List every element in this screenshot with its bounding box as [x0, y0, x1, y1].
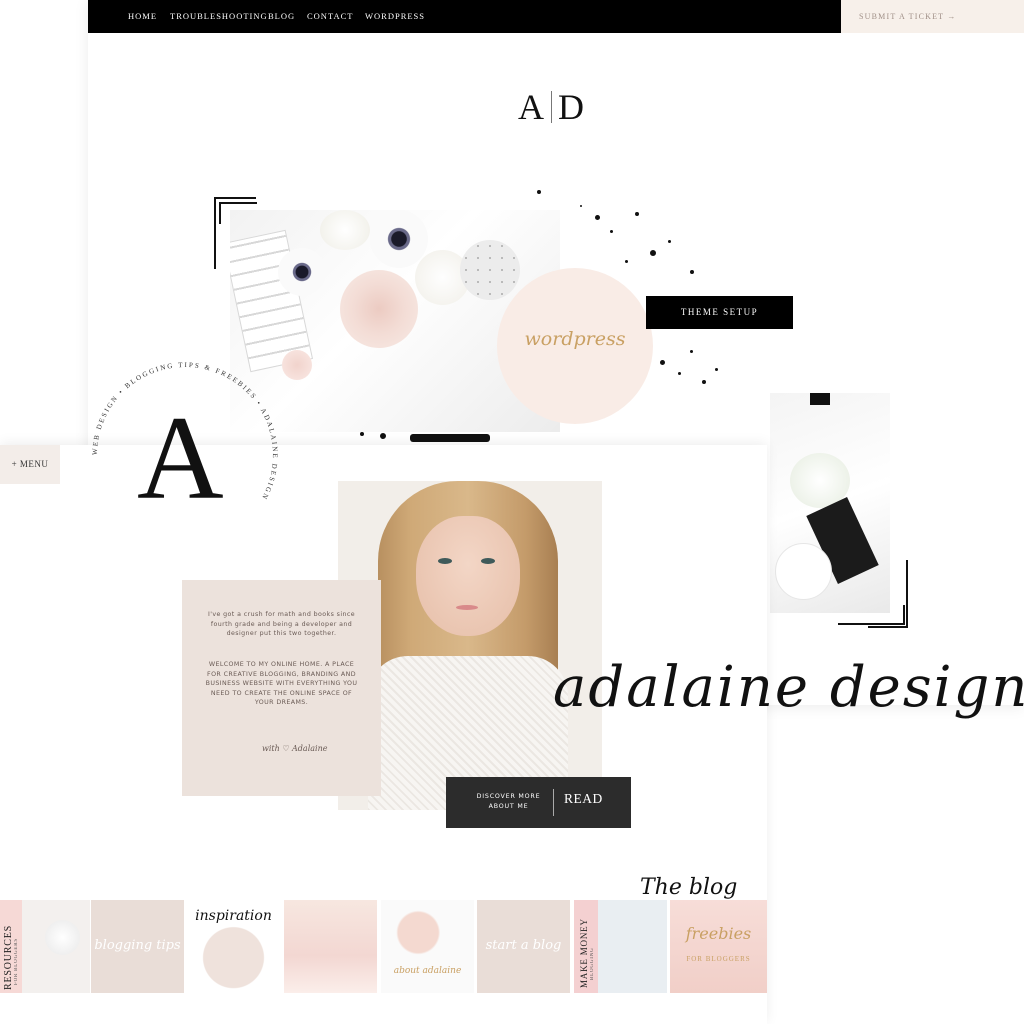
- front-logo-letter[interactable]: A: [137, 398, 224, 518]
- thumb-resources[interactable]: RESOURCES FOR BLOGGERS: [0, 900, 90, 993]
- top-navigation: HOME TROUBLESHOOTING BLOG CONTACT WORDPR…: [88, 0, 841, 33]
- thumb-start-a-blog[interactable]: start a blog: [477, 900, 570, 993]
- anemone-image: [370, 210, 428, 268]
- read-label: READ: [564, 791, 603, 806]
- white-flower-image: [320, 210, 370, 250]
- welcome-paragraph: WELCOME TO MY ONLINE HOME. A PLACE FOR C…: [205, 661, 358, 706]
- brand-script-title: adalaine design: [553, 655, 1024, 720]
- blog-heading: The blog: [640, 875, 738, 900]
- intro-paragraph: I've got a crush for math and books sinc…: [207, 611, 356, 637]
- signature-text: with ♡ Adalaine: [262, 744, 328, 753]
- discover-more-label: DISCOVER MORE ABOUT ME: [476, 793, 541, 810]
- discover-more-button[interactable]: DISCOVER MORE ABOUT ME READ: [446, 777, 631, 828]
- thumb-desk-scene[interactable]: [284, 900, 377, 993]
- paperclip-dish-image: [775, 543, 832, 600]
- logo-letter-a: A: [518, 87, 545, 127]
- eye-shape: [438, 558, 452, 564]
- nav-item-wordpress[interactable]: WORDPRESS: [365, 11, 425, 21]
- thumb-blogging-tips[interactable]: blogging tips: [91, 900, 184, 993]
- thumb-make-money[interactable]: MAKE MONEY BLOGGING: [574, 900, 667, 993]
- polka-dot-tape-image: [460, 240, 520, 300]
- thumb-freebies[interactable]: freebies FOR BLOGGERS: [670, 900, 767, 993]
- theme-setup-button[interactable]: THEME SETUP: [646, 296, 793, 329]
- logo-letter-d: D: [558, 87, 585, 127]
- wordpress-script-label: wordpress: [524, 328, 626, 350]
- clip-image: [810, 393, 830, 405]
- lips-shape: [456, 605, 478, 610]
- nav-item-home[interactable]: HOME: [128, 11, 157, 21]
- frame-corner-inner: [838, 605, 905, 625]
- thumb-inspiration[interactable]: inspiration: [187, 900, 280, 993]
- pink-flower-image: [282, 350, 312, 380]
- nav-item-contact[interactable]: CONTACT: [307, 11, 353, 21]
- rose-image: [340, 270, 418, 348]
- nav-item-blog[interactable]: BLOG: [268, 11, 295, 21]
- cta-divider: [553, 789, 554, 816]
- logo-divider: [551, 91, 552, 123]
- anemone-image: [278, 248, 326, 296]
- intro-card: I've got a crush for math and books sinc…: [182, 580, 381, 796]
- eye-shape: [481, 558, 495, 564]
- site-logo[interactable]: AD: [518, 86, 585, 128]
- thumb-about-adalaine[interactable]: about adalaine: [381, 900, 474, 993]
- nav-item-troubleshooting[interactable]: TROUBLESHOOTING: [170, 11, 268, 21]
- face-shape: [416, 516, 520, 636]
- submit-ticket-button[interactable]: SUBMIT A TICKET →: [841, 0, 1024, 33]
- menu-button[interactable]: + MENU: [0, 445, 60, 484]
